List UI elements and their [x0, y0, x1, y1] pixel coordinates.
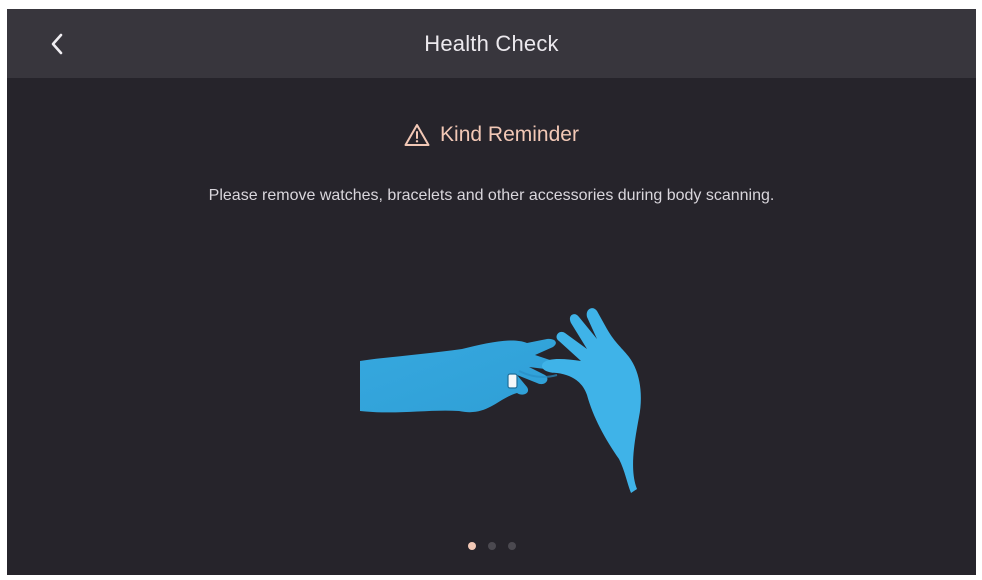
page-title: Health Check — [424, 31, 559, 56]
reminder-title: Kind Reminder — [440, 123, 579, 146]
reminder-message: Please remove watches, bracelets and oth… — [208, 187, 775, 204]
page-indicator — [7, 542, 976, 554]
page-dot[interactable] — [487, 542, 496, 550]
health-check-screen: Health Check Kind Reminder Please remove… — [7, 9, 976, 575]
page-dot[interactable] — [507, 542, 516, 550]
reminder-heading: Kind Reminder — [7, 119, 976, 151]
top-bar: Health Check — [7, 9, 976, 78]
hands-removing-ring-icon — [360, 308, 641, 493]
warning-triangle-icon — [404, 124, 430, 146]
page-dot-active[interactable] — [467, 542, 476, 550]
